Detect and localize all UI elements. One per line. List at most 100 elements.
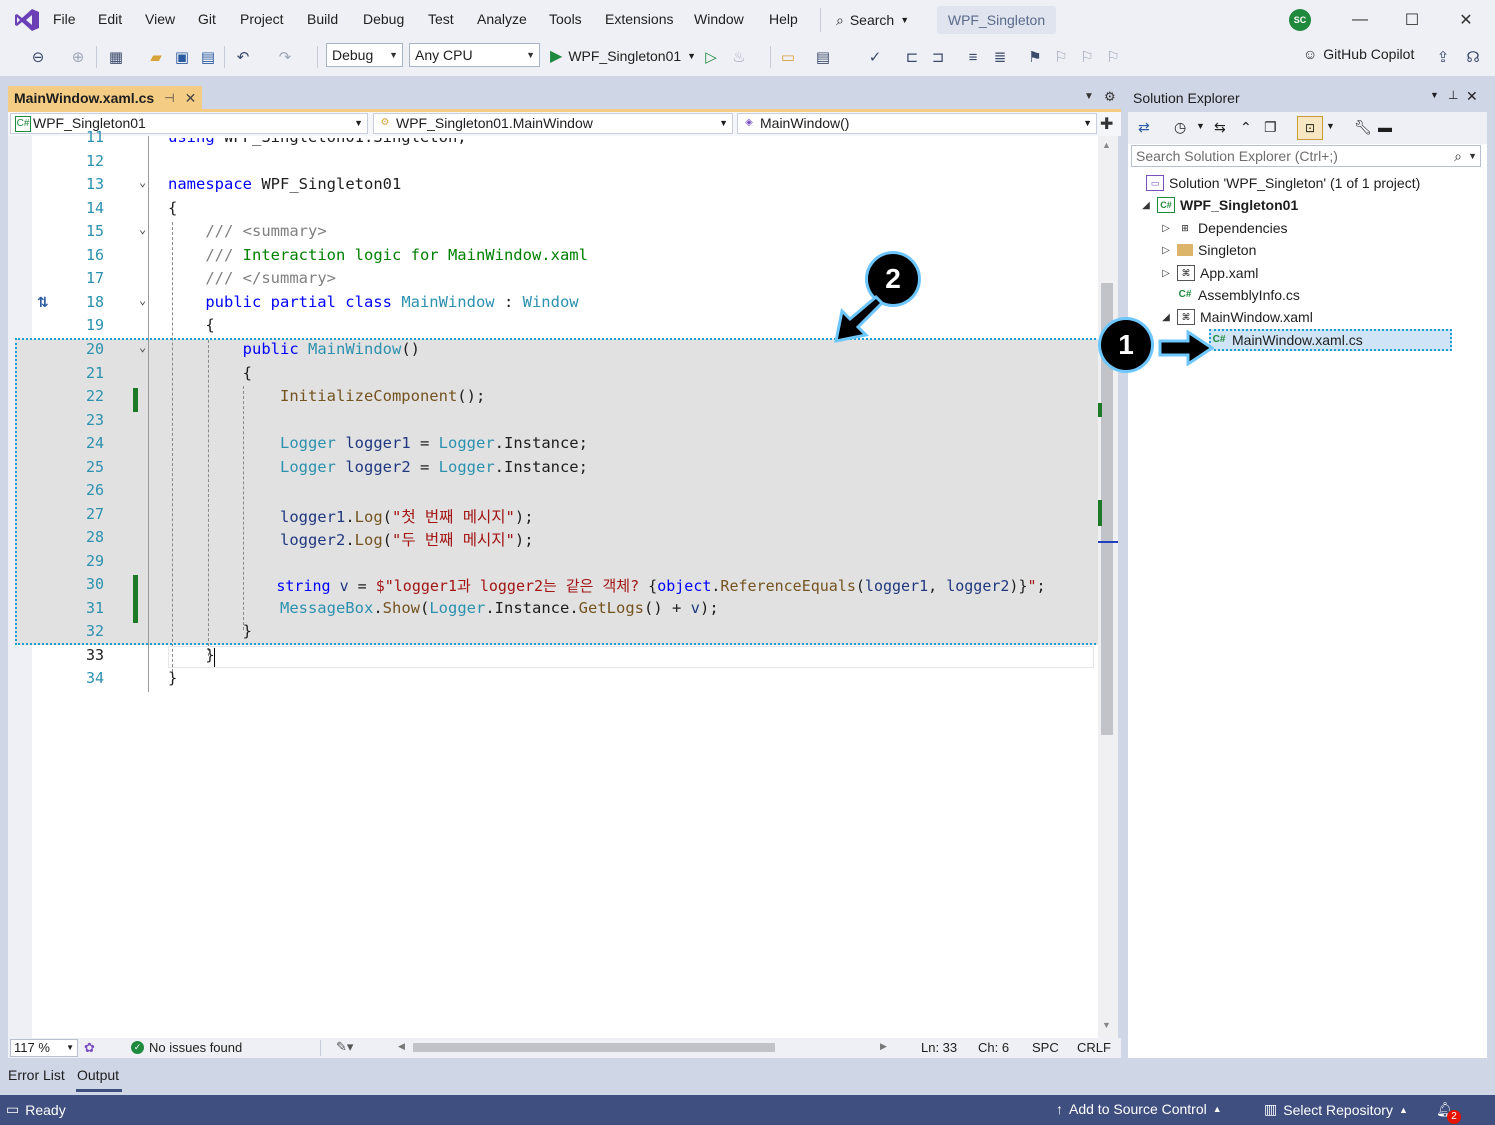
arrow-up-icon: ↑ xyxy=(1056,1101,1063,1117)
preview-icon[interactable]: ▬ xyxy=(1378,119,1392,135)
switch-views-icon[interactable]: ⇄ xyxy=(1138,119,1150,136)
csharp-file-icon: C# xyxy=(1178,289,1192,300)
repository-label: Select Repository xyxy=(1283,1101,1393,1118)
search-placeholder: Search Solution Explorer (Ctrl+;) xyxy=(1136,148,1338,164)
column-indicator[interactable]: Ch: 6 xyxy=(978,1040,1009,1055)
tree-item-dependencies[interactable]: ▷ ⊞ Dependencies xyxy=(1160,217,1288,239)
csharp-project-icon: C# xyxy=(1157,197,1175,213)
scroll-down-icon[interactable]: ▼ xyxy=(1102,1020,1111,1030)
sync-icon[interactable]: ⇆ xyxy=(1214,119,1226,136)
issues-indicator[interactable]: ✓ No issues found xyxy=(131,1040,242,1055)
copilot-icon: ☺ xyxy=(1303,46,1318,62)
annotation-arrow-right-icon xyxy=(1158,330,1214,366)
scroll-left-icon[interactable]: ◀ xyxy=(398,1041,405,1052)
pin-icon[interactable]: ⊥ xyxy=(1448,88,1458,102)
window-position-icon[interactable]: ▼ xyxy=(1430,90,1439,100)
tree-item-label: Solution 'WPF_Singleton' (1 of 1 project… xyxy=(1169,175,1421,191)
zoom-value: 117 % xyxy=(14,1040,50,1055)
chevron-down-icon[interactable]: ▼ xyxy=(1196,121,1205,131)
folder-icon xyxy=(1177,244,1193,256)
collapsed-icon[interactable]: ▷ xyxy=(1160,245,1172,256)
solution-explorer-toolbar: ⇄ ◷ ▼ ⇆ ⌃ ❐ ⊡ ▼ 🔧︎ ▬ xyxy=(1128,112,1487,144)
pending-changes-icon[interactable]: ◷ xyxy=(1174,119,1186,136)
line-indicator[interactable]: Ln: 33 xyxy=(921,1040,957,1055)
ready-label: Ready xyxy=(25,1101,66,1118)
highlight-annotation-box xyxy=(15,338,1100,645)
copilot-label: GitHub Copilot xyxy=(1323,46,1415,62)
share-icon[interactable]: ⇪ xyxy=(1433,47,1453,67)
expanded-icon[interactable]: ◢ xyxy=(1140,200,1152,211)
tree-item-app-xaml[interactable]: ▷ ⌘ App.xaml xyxy=(1160,262,1258,284)
tab-output[interactable]: Output xyxy=(77,1067,119,1083)
line-ending-indicator[interactable]: CRLF xyxy=(1077,1040,1111,1055)
collapse-icon: ⌄ xyxy=(139,222,147,236)
scroll-up-icon[interactable]: ▲ xyxy=(1102,140,1111,150)
filter-icon[interactable]: ⊡ xyxy=(1297,116,1323,140)
dependencies-icon: ⊞ xyxy=(1181,223,1189,233)
tree-item-mainwindow-xaml[interactable]: ◢ ⌘ MainWindow.xaml xyxy=(1160,306,1313,328)
split-window-icon[interactable]: ✚ xyxy=(1100,114,1113,134)
properties-icon[interactable]: 🔧︎ xyxy=(1354,119,1372,136)
output-window-icon: ▭ xyxy=(6,1101,20,1117)
tree-item-label: Dependencies xyxy=(1198,220,1288,236)
tree-item-label: App.xaml xyxy=(1200,265,1259,281)
ready-status: ▭ Ready xyxy=(6,1101,66,1118)
collapse-icon: ⌄ xyxy=(139,175,147,189)
solution-explorer-title: Solution Explorer xyxy=(1133,90,1240,106)
solution-search-input[interactable]: Search Solution Explorer (Ctrl+;) ⌕ ▼ xyxy=(1131,145,1481,167)
gear-icon[interactable]: ⚙ xyxy=(1104,89,1116,105)
chevron-up-icon: ▲ xyxy=(1212,1104,1222,1114)
annotation-arrow-down-left-icon xyxy=(834,295,884,343)
xaml-file-icon: ⌘ xyxy=(1177,265,1195,281)
solution-icon: ▭ xyxy=(1146,175,1164,191)
intellicode-icon[interactable]: ✿ xyxy=(84,1040,95,1056)
close-window-button[interactable]: ✕ xyxy=(1446,6,1486,34)
horizontal-scrollbar-thumb[interactable] xyxy=(413,1043,775,1052)
source-control-label: Add to Source Control xyxy=(1069,1101,1207,1117)
annotation-badge-1: 1 xyxy=(1101,320,1151,370)
check-circle-icon: ✓ xyxy=(131,1041,144,1054)
tree-item-label: Singleton xyxy=(1198,242,1257,258)
feedback-icon[interactable]: ☊ xyxy=(1463,47,1483,67)
expanded-icon[interactable]: ◢ xyxy=(1160,312,1172,323)
tree-item-label: WPF_Singleton01 xyxy=(1180,197,1299,213)
github-copilot-button[interactable]: ☺ GitHub Copilot xyxy=(1303,46,1414,62)
chevron-up-icon: ▲ xyxy=(1398,1104,1408,1115)
active-tab-underline xyxy=(76,1089,122,1092)
tree-item-mainwindow-xaml-cs[interactable]: C# MainWindow.xaml.cs xyxy=(1211,329,1363,351)
avatar[interactable]: SC xyxy=(1289,9,1311,31)
chevron-down-icon: ▼ xyxy=(66,1043,74,1052)
collapse-icon: ⌄ xyxy=(139,293,147,307)
zoom-select[interactable]: 117 % ▼ xyxy=(10,1039,78,1057)
tree-item-label: MainWindow.xaml xyxy=(1200,309,1313,325)
close-icon[interactable]: ✕ xyxy=(1466,88,1478,105)
clear-bookmarks-icon[interactable]: ⚐ xyxy=(1103,47,1123,67)
scrollbar-change-marker xyxy=(1098,403,1102,417)
spacing-indicator[interactable]: SPC xyxy=(1032,1040,1059,1055)
scrollbar-change-marker xyxy=(1098,500,1102,526)
minimize-button[interactable]: — xyxy=(1340,6,1380,34)
select-repository-button[interactable]: ▥ Select Repository ▲ xyxy=(1264,1101,1408,1118)
tree-item-label: MainWindow.xaml.cs xyxy=(1232,332,1363,348)
repository-icon: ▥ xyxy=(1264,1101,1278,1117)
issues-label: No issues found xyxy=(149,1040,243,1055)
chevron-down-icon: ▼ xyxy=(1468,151,1477,161)
tree-item-label: AssemblyInfo.cs xyxy=(1198,287,1300,303)
tree-item-singleton[interactable]: ▷ Singleton xyxy=(1160,239,1256,261)
tree-item-assemblyinfo[interactable]: C# AssemblyInfo.cs xyxy=(1177,284,1300,306)
maximize-button[interactable]: ☐ xyxy=(1392,6,1432,34)
scrollbar-caret-marker xyxy=(1098,541,1118,543)
text-caret xyxy=(214,648,215,667)
collapse-all-icon[interactable]: ⌃ xyxy=(1240,119,1252,136)
add-to-source-control-button[interactable]: ↑ Add to Source Control ▲ xyxy=(1056,1101,1222,1117)
collapsed-icon[interactable]: ▷ xyxy=(1160,223,1172,234)
collapsed-icon[interactable]: ▷ xyxy=(1160,268,1172,279)
chevron-down-icon[interactable]: ▼ xyxy=(1326,121,1335,131)
tab-error-list[interactable]: Error List xyxy=(8,1067,65,1083)
tree-item-solution[interactable]: ▭ Solution 'WPF_Singleton' (1 of 1 proje… xyxy=(1146,172,1420,194)
scroll-right-icon[interactable]: ▶ xyxy=(880,1041,887,1052)
show-all-files-icon[interactable]: ❐ xyxy=(1264,119,1277,136)
current-line-outline xyxy=(168,646,1094,668)
tree-item-project[interactable]: ◢ C# WPF_Singleton01 xyxy=(1140,194,1298,216)
code-cleanup-icon[interactable]: ✎▾ xyxy=(336,1039,353,1055)
